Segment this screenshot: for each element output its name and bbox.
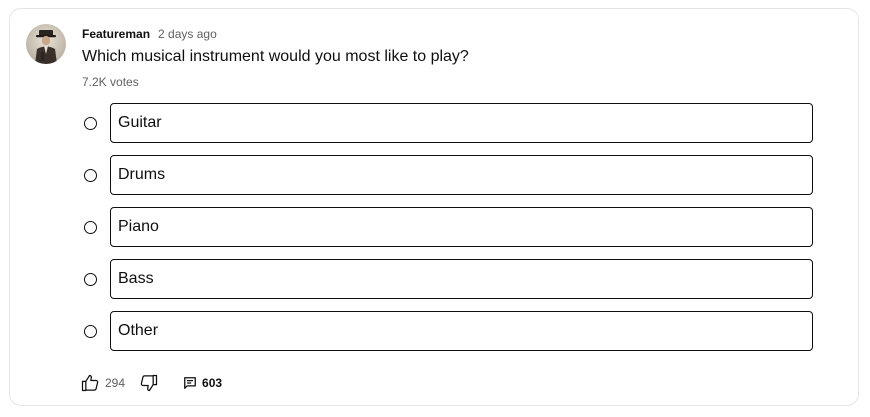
- poll-option-drums[interactable]: Drums: [82, 155, 813, 195]
- thumbs-down-icon[interactable]: [139, 373, 159, 393]
- poll-question: Which musical instrument would you most …: [82, 48, 469, 65]
- post-actions: 294 603: [80, 373, 222, 393]
- poll-option-label[interactable]: Bass: [110, 259, 813, 299]
- like-count: 294: [105, 376, 126, 390]
- thumbs-up-icon[interactable]: [80, 373, 100, 393]
- radio-icon[interactable]: [84, 116, 97, 130]
- poll-options: Guitar Drums Piano Bass Other: [82, 103, 813, 363]
- community-post-card: Featureman 2 days ago Which musical inst…: [9, 8, 859, 406]
- dislike-button[interactable]: [139, 373, 159, 393]
- poll-option-label[interactable]: Guitar: [110, 103, 813, 143]
- radio-icon[interactable]: [84, 324, 97, 338]
- poll-option-label[interactable]: Piano: [110, 207, 813, 247]
- author-avatar[interactable]: [26, 24, 66, 64]
- poll-option-label[interactable]: Drums: [110, 155, 813, 195]
- comment-count[interactable]: 603: [202, 376, 222, 390]
- poll-option-label[interactable]: Other: [110, 311, 813, 351]
- radio-icon[interactable]: [84, 272, 97, 286]
- post-time[interactable]: 2 days ago: [158, 27, 217, 41]
- radio-icon[interactable]: [84, 220, 97, 234]
- poll-option-bass[interactable]: Bass: [82, 259, 813, 299]
- vote-count: 7.2K votes: [82, 75, 139, 89]
- comment-icon[interactable]: [183, 376, 197, 390]
- author-name[interactable]: Featureman: [82, 27, 150, 41]
- poll-option-guitar[interactable]: Guitar: [82, 103, 813, 143]
- poll-option-other[interactable]: Other: [82, 311, 813, 351]
- avatar-image: [26, 24, 66, 64]
- like-button[interactable]: [80, 373, 100, 393]
- comments-button[interactable]: 603: [183, 376, 222, 390]
- poll-option-piano[interactable]: Piano: [82, 207, 813, 247]
- radio-icon[interactable]: [84, 168, 97, 182]
- post-header: Featureman 2 days ago: [82, 27, 217, 41]
